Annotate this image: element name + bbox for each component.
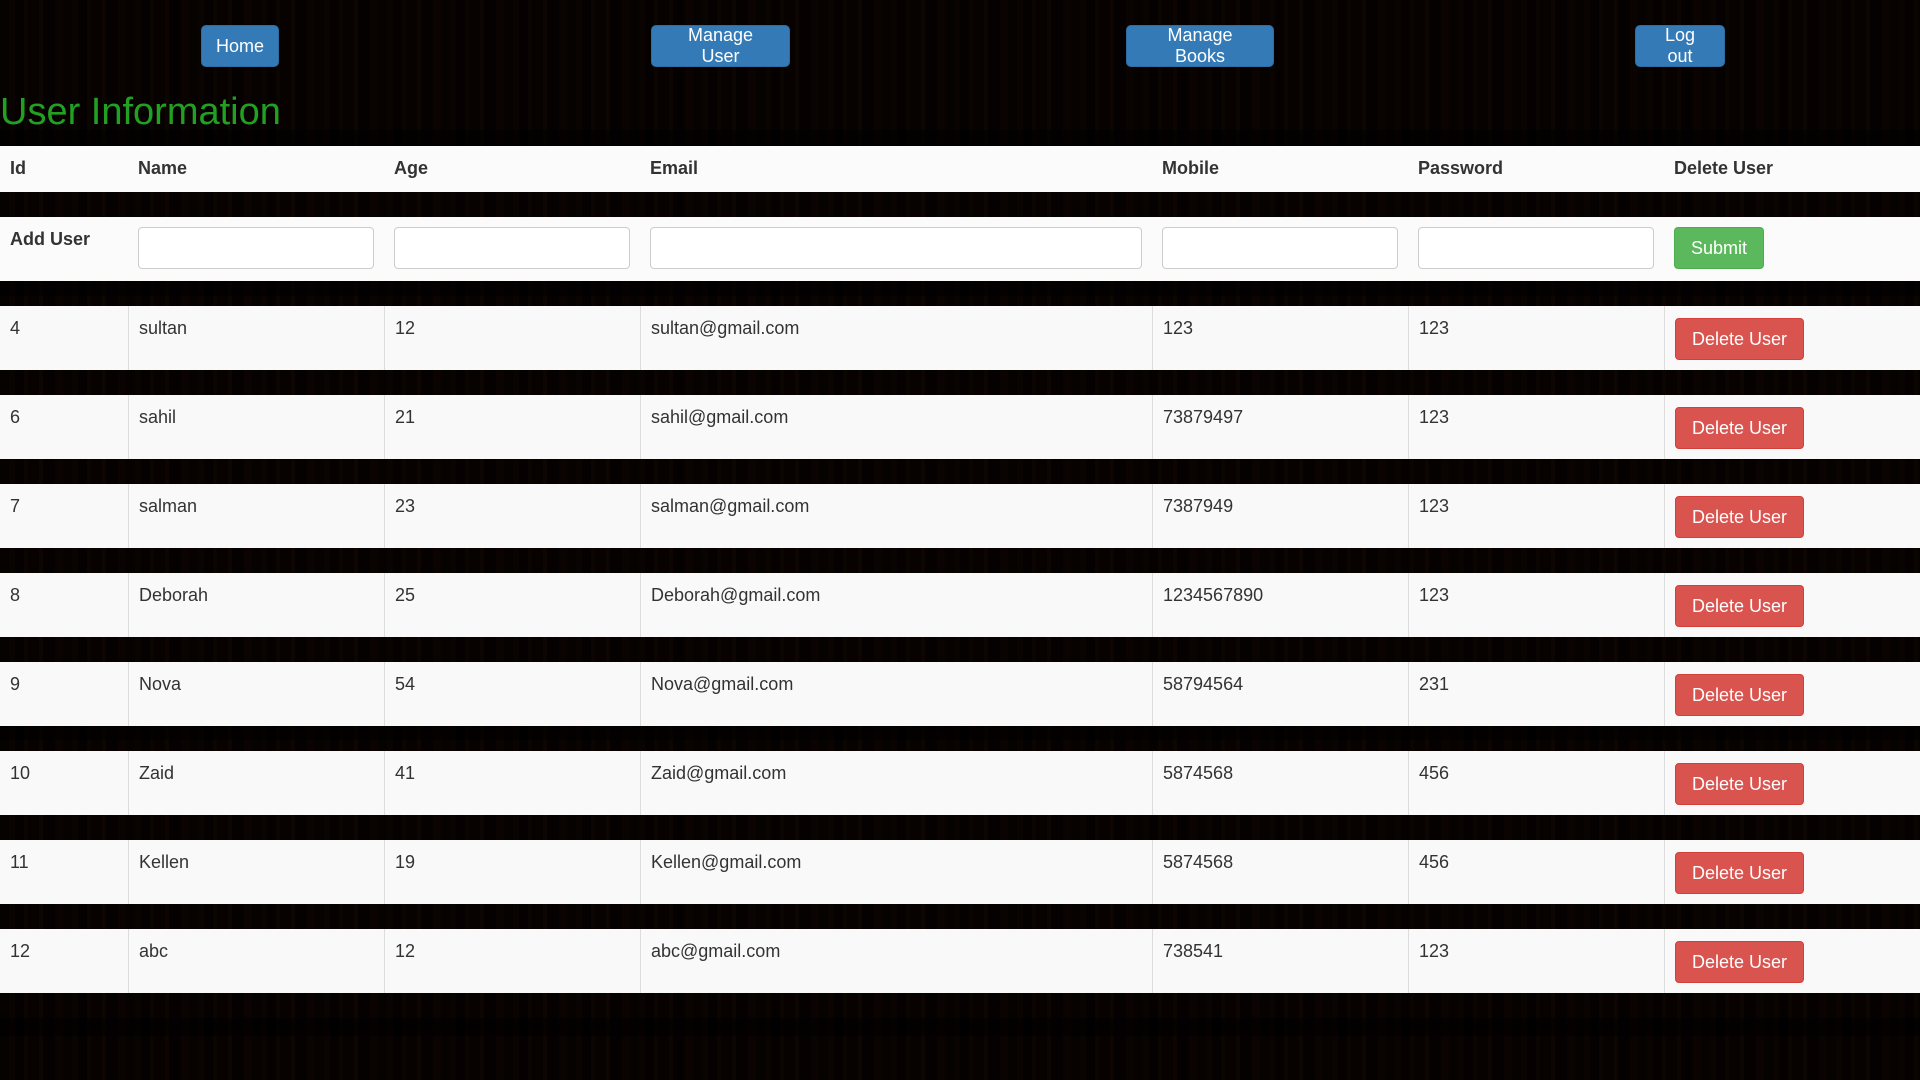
cell-delete-action: Delete User [1664, 662, 1920, 726]
cell-name: sahil [128, 395, 384, 459]
mobile-input[interactable] [1162, 227, 1398, 269]
header-password: Password [1408, 146, 1664, 192]
submit-button[interactable]: Submit [1674, 227, 1765, 269]
cell-age: 12 [384, 306, 640, 370]
cell-delete-action: Delete User [1664, 573, 1920, 637]
cell-id: 4 [0, 306, 128, 370]
cell-email: salman@gmail.com [640, 484, 1152, 548]
cell-age: 54 [384, 662, 640, 726]
home-button[interactable]: Home [201, 25, 279, 67]
cell-age: 12 [384, 929, 640, 993]
user-table: Id Name Age Email Mobile Password Delete… [0, 121, 1920, 1018]
header-delete-user: Delete User [1664, 146, 1920, 192]
delete-user-button[interactable]: Delete User [1675, 496, 1805, 538]
manage-user-button[interactable]: Manage User [651, 25, 790, 67]
cell-delete-action: Delete User [1664, 395, 1920, 459]
delete-user-button[interactable]: Delete User [1675, 941, 1805, 983]
table-row: 11 Kellen 19 Kellen@gmail.com 5874568 456 Dele… [0, 840, 1920, 904]
delete-user-button[interactable]: Delete User [1675, 852, 1805, 894]
delete-user-button[interactable]: Delete User [1675, 674, 1805, 716]
cell-id: 10 [0, 751, 128, 815]
cell-name: Nova [128, 662, 384, 726]
cell-id: 7 [0, 484, 128, 548]
add-user-row: Add User Submit [0, 217, 1920, 281]
cell-email: Zaid@gmail.com [640, 751, 1152, 815]
manage-books-button[interactable]: Manage Books [1126, 25, 1274, 67]
name-input[interactable] [138, 227, 374, 269]
cell-name: abc [128, 929, 384, 993]
cell-id: 11 [0, 840, 128, 904]
table-header-row: Id Name Age Email Mobile Password Delete… [0, 146, 1920, 192]
table-row: 10 Zaid 41 Zaid@gmail.com 5874568 456 Delete U… [0, 751, 1920, 815]
cell-email: sultan@gmail.com [640, 306, 1152, 370]
table-row: 9 Nova 54 Nova@gmail.com 58794564 231 Delete U… [0, 662, 1920, 726]
cell-password: 123 [1408, 306, 1664, 370]
table-row: 8 Deborah 25 Deborah@gmail.com 1234567890 123… [0, 573, 1920, 637]
logout-button[interactable]: Log out [1635, 25, 1725, 67]
cell-age: 25 [384, 573, 640, 637]
cell-email: Deborah@gmail.com [640, 573, 1152, 637]
add-name-cell [128, 217, 384, 281]
header-mobile: Mobile [1152, 146, 1408, 192]
cell-delete-action: Delete User [1664, 929, 1920, 993]
add-password-cell [1408, 217, 1664, 281]
cell-age: 21 [384, 395, 640, 459]
cell-delete-action: Delete User [1664, 484, 1920, 548]
cell-password: 123 [1408, 573, 1664, 637]
header-id: Id [0, 146, 128, 192]
cell-age: 19 [384, 840, 640, 904]
cell-mobile: 5874568 [1152, 840, 1408, 904]
cell-name: Kellen [128, 840, 384, 904]
cell-mobile: 738541 [1152, 929, 1408, 993]
cell-id: 6 [0, 395, 128, 459]
cell-password: 123 [1408, 395, 1664, 459]
cell-name: Zaid [128, 751, 384, 815]
age-input[interactable] [394, 227, 630, 269]
cell-mobile: 58794564 [1152, 662, 1408, 726]
add-age-cell [384, 217, 640, 281]
cell-id: 12 [0, 929, 128, 993]
cell-mobile: 123 [1152, 306, 1408, 370]
cell-mobile: 5874568 [1152, 751, 1408, 815]
cell-id: 8 [0, 573, 128, 637]
password-input[interactable] [1418, 227, 1654, 269]
add-user-label: Add User [0, 217, 128, 281]
cell-email: abc@gmail.com [640, 929, 1152, 993]
table-row: 6 sahil 21 sahil@gmail.com 73879497 123 Delete… [0, 395, 1920, 459]
cell-delete-action: Delete User [1664, 840, 1920, 904]
header-name: Name [128, 146, 384, 192]
email-input[interactable] [650, 227, 1142, 269]
header-email: Email [640, 146, 1152, 192]
add-email-cell [640, 217, 1152, 281]
header-age: Age [384, 146, 640, 192]
delete-user-button[interactable]: Delete User [1675, 763, 1805, 805]
cell-mobile: 7387949 [1152, 484, 1408, 548]
cell-mobile: 1234567890 [1152, 573, 1408, 637]
cell-mobile: 73879497 [1152, 395, 1408, 459]
cell-id: 9 [0, 662, 128, 726]
cell-email: sahil@gmail.com [640, 395, 1152, 459]
cell-email: Kellen@gmail.com [640, 840, 1152, 904]
cell-password: 231 [1408, 662, 1664, 726]
table-row: 12 abc 12 abc@gmail.com 738541 123 Delete User [0, 929, 1920, 993]
cell-delete-action: Delete User [1664, 751, 1920, 815]
cell-age: 41 [384, 751, 640, 815]
cell-name: salman [128, 484, 384, 548]
cell-password: 123 [1408, 484, 1664, 548]
cell-password: 456 [1408, 840, 1664, 904]
cell-age: 23 [384, 484, 640, 548]
delete-user-button[interactable]: Delete User [1675, 585, 1805, 627]
cell-password: 456 [1408, 751, 1664, 815]
table-row: 7 salman 23 salman@gmail.com 7387949 123 Delet… [0, 484, 1920, 548]
add-mobile-cell [1152, 217, 1408, 281]
add-submit-cell: Submit [1664, 217, 1920, 281]
table-row: 4 sultan 12 sultan@gmail.com 123 123 Delete Us… [0, 306, 1920, 370]
cell-delete-action: Delete User [1664, 306, 1920, 370]
cell-password: 123 [1408, 929, 1664, 993]
delete-user-button[interactable]: Delete User [1675, 407, 1805, 449]
cell-email: Nova@gmail.com [640, 662, 1152, 726]
delete-user-button[interactable]: Delete User [1675, 318, 1805, 360]
cell-name: Deborah [128, 573, 384, 637]
cell-name: sultan [128, 306, 384, 370]
